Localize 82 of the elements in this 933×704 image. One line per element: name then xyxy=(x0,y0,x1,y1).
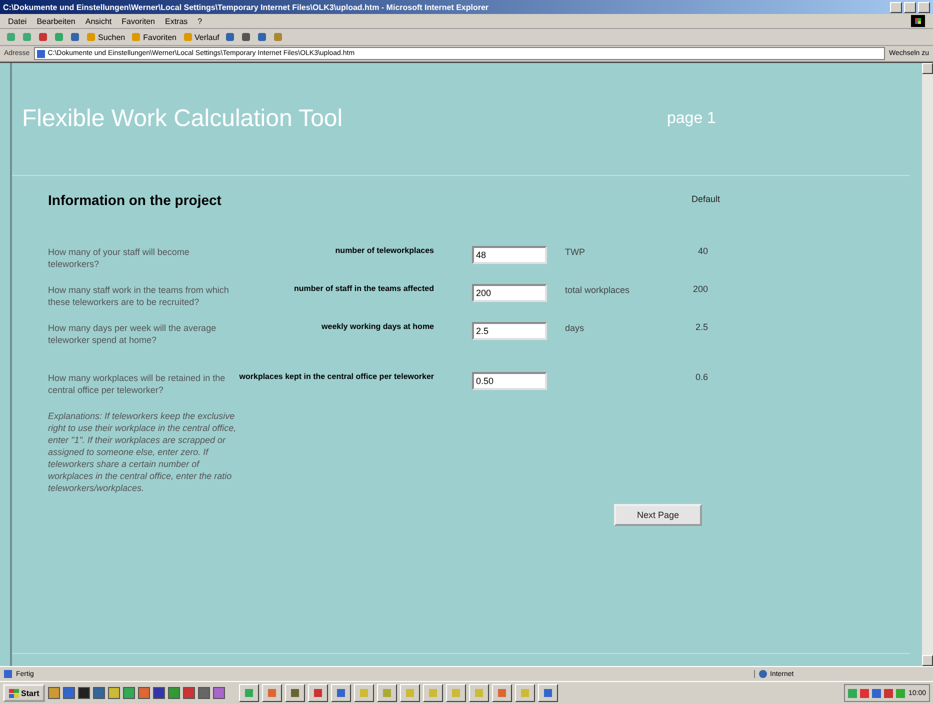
window-title: C:\Dokumente und Einstellungen\Werner\Local Settings\Temporary Internet Files\OLK3\upload.htm - Microsoft Internet Explorer xyxy=(3,2,490,12)
menu-item[interactable]: Ansicht xyxy=(85,16,112,26)
windows-logo-icon xyxy=(9,688,19,698)
close-button[interactable] xyxy=(918,2,930,12)
app-icon xyxy=(267,688,278,698)
taskbar-button[interactable] xyxy=(239,684,260,702)
taskbar-button[interactable] xyxy=(354,684,374,702)
input-field[interactable]: 2.5 xyxy=(472,322,547,340)
maximize-button[interactable] xyxy=(904,2,916,12)
quick-launch-icon[interactable] xyxy=(48,687,60,699)
question-text: How many staff work in the teams from which these teleworkers are to be recruited? xyxy=(48,284,230,308)
app-icon xyxy=(451,688,462,698)
menu-item[interactable]: Favoriten xyxy=(122,16,155,26)
taskbar-button[interactable] xyxy=(538,684,558,702)
taskbar-button[interactable] xyxy=(377,684,398,702)
quick-launch-icon[interactable] xyxy=(63,687,76,699)
app-icon xyxy=(313,688,324,698)
default-header: Default xyxy=(691,194,720,204)
field-label: number of staff in the teams affected xyxy=(292,284,434,294)
menu-item[interactable]: ? xyxy=(198,16,202,26)
input-field[interactable]: 200 xyxy=(472,284,547,302)
unit-label: TWP xyxy=(565,246,586,258)
default-value: 0.6 xyxy=(695,372,709,382)
quick-launch-icon[interactable] xyxy=(153,687,166,699)
app-icon xyxy=(359,688,370,698)
quick-launch-icon[interactable] xyxy=(198,687,210,699)
menu-item[interactable]: Extras xyxy=(164,16,188,26)
app-icon xyxy=(428,688,438,698)
quick-launch-icon[interactable] xyxy=(93,687,106,699)
taskbar-button[interactable] xyxy=(446,684,466,702)
taskbar-button[interactable] xyxy=(262,684,282,702)
taskbar-button[interactable] xyxy=(400,684,420,702)
start-button[interactable]: Start xyxy=(3,684,46,702)
app-icon xyxy=(543,688,554,698)
app-icon xyxy=(244,688,254,698)
quick-launch-icon[interactable] xyxy=(78,687,90,699)
taskbar-button[interactable] xyxy=(285,684,306,702)
quick-launch-icon[interactable] xyxy=(123,687,136,699)
taskbar-button[interactable] xyxy=(331,684,352,702)
unit-label: days xyxy=(565,322,586,334)
quick-launch-icon[interactable] xyxy=(108,687,120,699)
scrollbar[interactable] xyxy=(922,63,933,666)
toolbar-button[interactable]: Verlauf xyxy=(182,32,220,42)
app-icon xyxy=(520,688,530,698)
question-text: How many workplaces will be retained in the central office per teleworker? xyxy=(48,372,226,396)
question-text: How many days per week will the average teleworker spend at home? xyxy=(48,322,218,346)
quick-launch-icon[interactable] xyxy=(138,687,150,699)
toolbar-button[interactable]: Suchen xyxy=(86,32,126,42)
input-field[interactable]: 48 xyxy=(472,246,547,264)
default-value: 40 xyxy=(698,246,709,256)
app-icon xyxy=(497,688,508,698)
quick-launch-icon[interactable] xyxy=(168,687,180,699)
field-label: weekly working days at home xyxy=(320,322,434,332)
taskbar-button[interactable] xyxy=(492,684,512,702)
page-title: Flexible Work Calculation Tool xyxy=(22,105,344,133)
app-icon xyxy=(405,688,416,698)
default-value: 2.5 xyxy=(695,322,709,332)
taskbar-button[interactable] xyxy=(423,684,444,702)
section-heading: Information on the project xyxy=(48,192,222,208)
app-icon xyxy=(290,688,300,698)
taskbar-button[interactable] xyxy=(515,684,536,702)
taskbar-button[interactable] xyxy=(469,684,490,702)
windows-logo-icon xyxy=(911,15,925,27)
app-icon xyxy=(382,688,392,698)
field-label: workplaces kept in the central office per teleworker xyxy=(238,372,434,382)
explanation-text: Explanations: If teleworkers keep the exclusive right to use their workplace in the central office, enter "1". If their workplaces are scrapped or assigned to someone else, enter zero. If teleworkers share a certain number of workplaces in the central office, enter the ratio teleworkers/workplaces. xyxy=(48,410,238,494)
app-icon xyxy=(474,688,484,698)
default-value: 200 xyxy=(692,284,709,294)
taskbar-button[interactable] xyxy=(308,684,328,702)
question-text: How many of your staff will become teleworkers? xyxy=(48,246,190,270)
toolbar-button[interactable]: Favoriten xyxy=(131,32,176,42)
page-number: page 1 xyxy=(667,110,716,128)
minimize-button[interactable] xyxy=(890,2,902,12)
unit-label: total workplaces xyxy=(565,284,631,296)
field-label: number of teleworkplaces xyxy=(334,246,434,256)
app-icon xyxy=(336,688,346,698)
menu-item[interactable]: Datei xyxy=(8,16,27,26)
quick-launch-icon[interactable] xyxy=(183,687,196,699)
next-page-button[interactable]: Next Page xyxy=(614,504,702,526)
quick-launch-icon[interactable] xyxy=(213,687,226,699)
input-field[interactable]: 0.50 xyxy=(472,372,547,390)
menu-item[interactable]: Bearbeiten xyxy=(36,16,76,26)
